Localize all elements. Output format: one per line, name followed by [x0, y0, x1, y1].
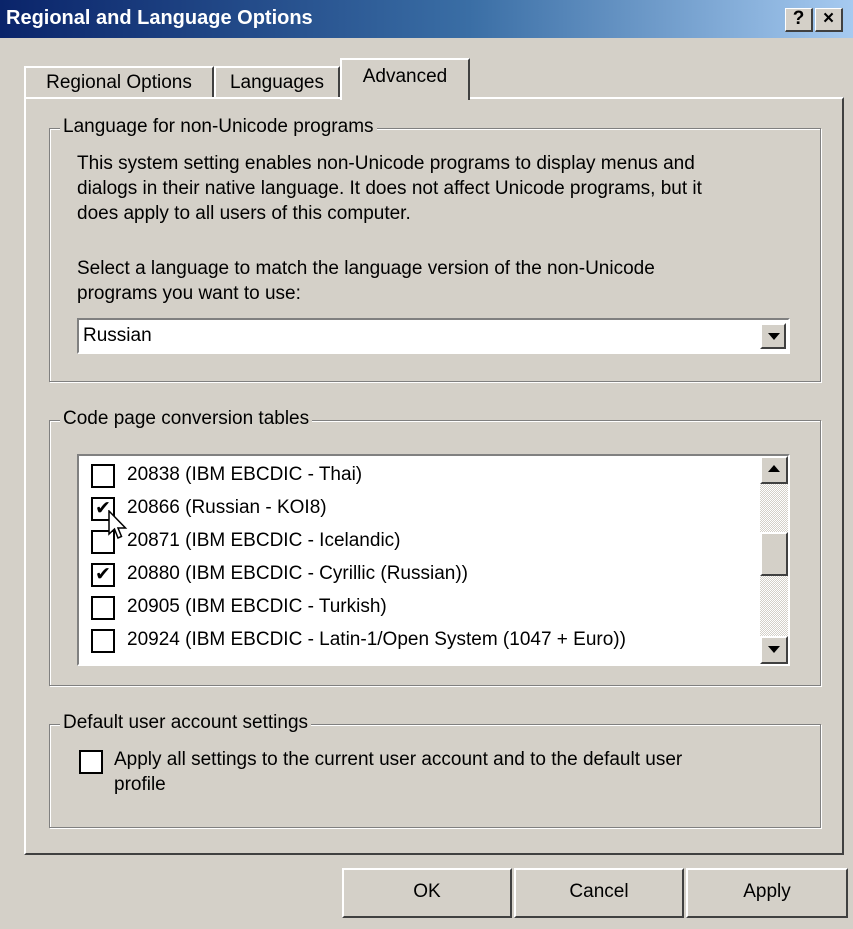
close-button[interactable]: × — [815, 8, 843, 32]
chevron-down-icon — [768, 333, 780, 340]
code-page-label: 20871 (IBM EBCDIC - Icelandic) — [127, 530, 401, 551]
arrow-down-icon — [768, 646, 780, 653]
language-select-prompt-line: programs you want to use: — [77, 283, 301, 304]
apply-default-user-checkbox[interactable] — [79, 750, 103, 774]
tab-regional-options[interactable]: Regional Options — [24, 66, 214, 99]
cancel-button[interactable]: Cancel — [514, 868, 684, 918]
language-dropdown[interactable]: Russian — [77, 318, 790, 354]
tab-advanced[interactable]: Advanced — [340, 58, 470, 100]
non-unicode-description-line: This system setting enables non-Unicode … — [77, 153, 695, 174]
title-bar[interactable]: Regional and Language Options ? × — [0, 0, 853, 38]
code-page-legend: Code page conversion tables — [60, 408, 313, 430]
scroll-up-button[interactable] — [760, 456, 788, 484]
non-unicode-description-line: dialogs in their native language. It doe… — [77, 178, 702, 199]
apply-default-user-label-line: Apply all settings to the current user a… — [114, 749, 683, 770]
ok-button[interactable]: OK — [342, 868, 512, 918]
window-title: Regional and Language Options — [6, 7, 313, 29]
code-page-label: 20880 (IBM EBCDIC - Cyrillic (Russian)) — [127, 563, 469, 584]
apply-default-user-label-line: profile — [114, 774, 166, 795]
help-button[interactable]: ? — [785, 8, 813, 32]
mouse-cursor-icon — [108, 510, 128, 539]
default-user-legend: Default user account settings — [60, 712, 312, 734]
code-page-label: 20905 (IBM EBCDIC - Turkish) — [127, 596, 387, 617]
code-page-checkbox[interactable] — [91, 464, 115, 488]
code-page-list[interactable]: 20838 (IBM EBCDIC - Thai) ✔ 20866 (Russian… — [77, 454, 790, 666]
non-unicode-description-line: does apply to all users of this computer… — [77, 203, 411, 224]
code-page-checkbox[interactable]: ✔ — [91, 563, 115, 587]
code-page-label: 20838 (IBM EBCDIC - Thai) — [127, 464, 363, 485]
scroll-thumb[interactable] — [760, 532, 788, 576]
arrow-up-icon — [768, 465, 780, 472]
dropdown-arrow-button[interactable] — [760, 323, 786, 349]
code-page-label: 20924 (IBM EBCDIC - Latin-1/Open System … — [127, 629, 626, 650]
scroll-down-button[interactable] — [760, 636, 788, 664]
language-dropdown-value: Russian — [83, 325, 152, 346]
list-scrollbar[interactable] — [760, 456, 788, 664]
language-select-prompt-line: Select a language to match the language … — [77, 258, 655, 279]
code-page-checkbox[interactable] — [91, 629, 115, 653]
code-page-label: 20866 (Russian - KOI8) — [127, 497, 327, 518]
apply-button[interactable]: Apply — [686, 868, 848, 918]
tab-languages[interactable]: Languages — [214, 66, 340, 99]
non-unicode-legend: Language for non-Unicode programs — [60, 116, 377, 138]
code-page-checkbox[interactable] — [91, 596, 115, 620]
